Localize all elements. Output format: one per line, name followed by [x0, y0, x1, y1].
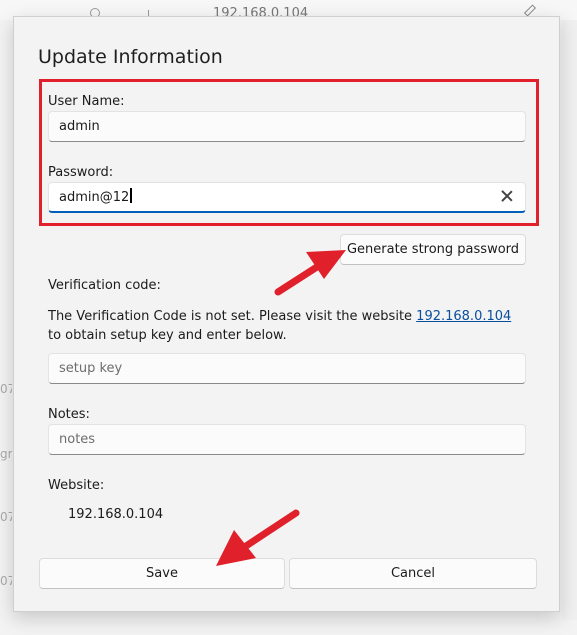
notes-label: Notes: [48, 407, 90, 422]
background-panel [562, 20, 577, 620]
notes-placeholder: notes [59, 432, 96, 447]
password-label: Password: [48, 165, 114, 180]
website-label: Website: [48, 478, 105, 493]
instruction-text: The Verification Code is not set. Please… [48, 309, 417, 324]
setup-key-input[interactable]: setup key [48, 353, 526, 384]
background-fragment: 07 [0, 574, 12, 588]
password-value: admin@12 [59, 190, 130, 205]
clear-icon[interactable] [501, 190, 513, 202]
background-fragment: gr [0, 447, 12, 461]
generate-password-button[interactable]: Generate strong password [340, 234, 526, 265]
notes-input[interactable]: notes [48, 424, 526, 455]
website-link[interactable]: 192.168.0.104 [416, 309, 511, 324]
background-fragment: 07 [0, 510, 12, 524]
verification-instructions: The Verification Code is not set. Please… [48, 307, 528, 345]
instruction-text-end: to obtain setup key and enter below. [48, 328, 287, 343]
edit-icon [523, 4, 537, 17]
website-value: 192.168.0.104 [68, 507, 164, 522]
setup-key-placeholder: setup key [59, 361, 123, 376]
update-information-dialog: Update Information User Name: admin Pass… [13, 16, 560, 612]
username-value: admin [59, 119, 100, 134]
dialog-title: Update Information [38, 46, 223, 68]
verification-label: Verification code: [48, 278, 161, 293]
text-caret [130, 188, 133, 203]
username-field[interactable]: admin [48, 111, 526, 142]
cancel-button[interactable]: Cancel [289, 558, 537, 589]
username-label: User Name: [48, 94, 125, 109]
save-button[interactable]: Save [39, 558, 285, 589]
password-field[interactable]: admin@12 [48, 182, 526, 213]
background-fragment: 07 [0, 382, 12, 396]
